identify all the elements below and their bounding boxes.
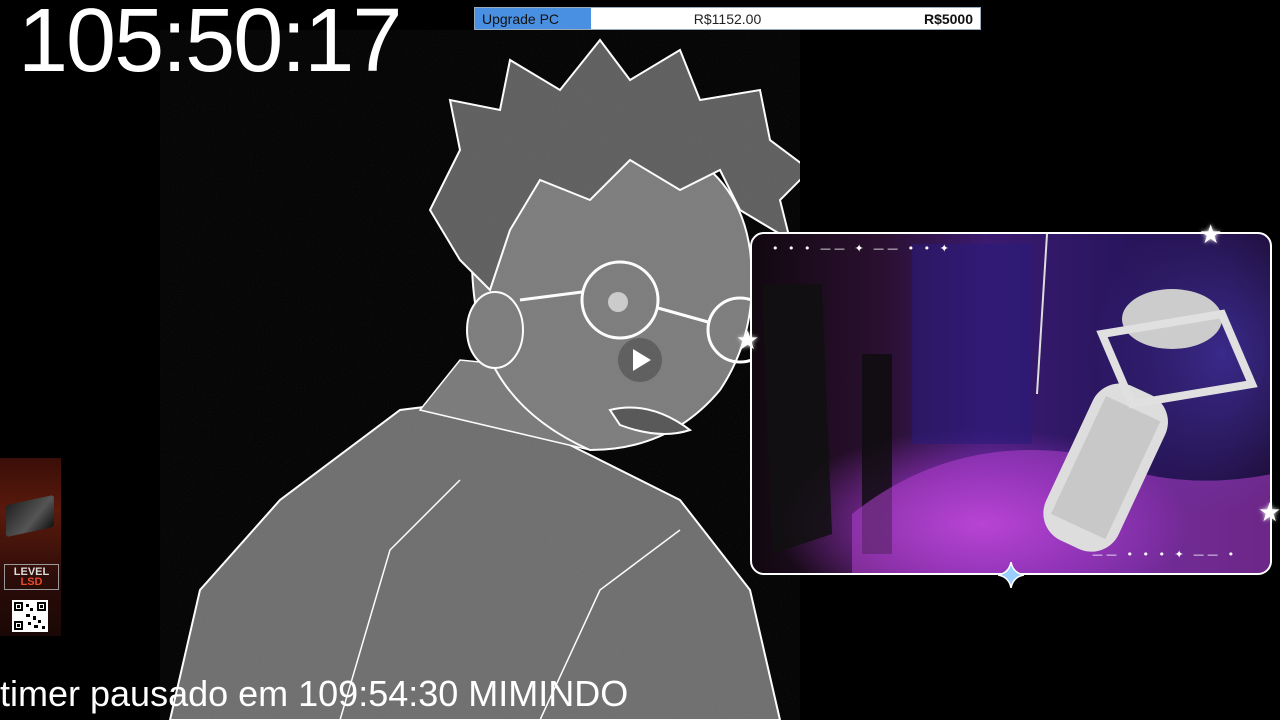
star-icon: ★ [1258,498,1280,528]
webcam-decoration-bottom: —— • • • ✦ —— • [1092,548,1238,561]
play-icon [633,349,651,371]
webcam-scene [762,234,1270,573]
play-button[interactable] [618,338,662,382]
sparkle-diamond-icon [998,562,1024,588]
phone-image [6,494,54,538]
anime-character-artwork [160,30,800,720]
qr-code-icon [12,600,48,632]
star-icon: ★ [736,326,760,356]
webcam-decoration-top: • • • —— ✦ —— • • ✦ [772,242,952,255]
donation-goal-bar: Upgrade PC R$1152.00 R$5000 [474,7,981,30]
timer-status-text: timer pausado em 109:54:30 MIMINDO [0,673,629,714]
goal-target-amount: R$5000 [923,11,973,27]
sponsor-logo: LEVEL LSD [4,564,59,590]
stream-timer: 105:50:17 [18,0,402,91]
stream-overlay: 105:50:17 Upgrade PC R$1152.00 R$5000 • … [0,0,1280,720]
webcam-frame: • • • —— ✦ —— • • ✦ —— • • • ✦ —— • [750,232,1272,575]
sponsor-ad[interactable]: LEVEL LSD [0,458,61,636]
star-icon: ★ [1199,220,1223,250]
goal-current-amount: R$1152.00 [693,11,762,27]
sponsor-logo-line2: LSD [20,576,43,588]
